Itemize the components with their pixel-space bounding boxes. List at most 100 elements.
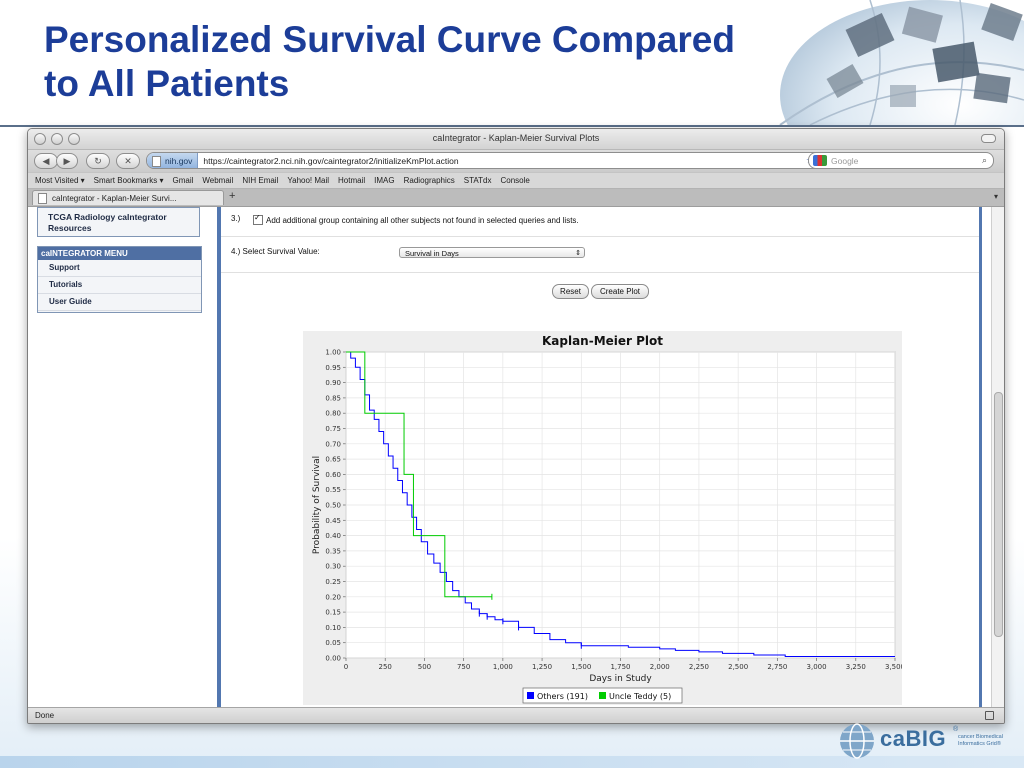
bookmark-nih-email[interactable]: NIH Email	[242, 176, 278, 185]
step3-text: Add additional group containing all othe…	[266, 216, 579, 225]
option-row-4: 4.) Select Survival Value: Survival in D…	[221, 237, 979, 273]
forward-arrow-icon: ▶	[63, 155, 71, 166]
new-tab-button[interactable]: +	[229, 190, 235, 202]
tab-kaplan-meier[interactable]: caIntegrator - Kaplan-Meier Survi...	[32, 190, 224, 205]
x-tick-label: 1,000	[493, 663, 513, 671]
step3-number: 3.)	[231, 214, 241, 223]
x-tick-label: 250	[379, 663, 392, 671]
x-tick-label: 2,500	[728, 663, 748, 671]
google-engine-icon[interactable]	[813, 155, 827, 166]
y-tick-label: 0.05	[325, 639, 341, 647]
bookmarks-toolbar: Most Visited ▾ Smart Bookmarks ▾ Gmail W…	[28, 172, 1004, 189]
site-badge-label: nih.gov	[165, 155, 193, 166]
y-tick-label: 0.75	[325, 425, 341, 433]
y-tick-label: 0.95	[325, 364, 341, 372]
search-input[interactable]: Google ⌕	[808, 152, 994, 169]
bookmark-most-visited[interactable]: Most Visited ▾	[35, 176, 85, 185]
y-tick-label: 0.70	[325, 440, 341, 448]
cabig-wordmark: caBIG	[880, 726, 947, 751]
cabig-logo: caBIG ® cancer Biomedical Informatics Gr…	[838, 722, 1018, 760]
reload-button[interactable]: ↻	[86, 153, 110, 169]
slide-title-line1: Personalized Survival Curve Compared	[44, 19, 735, 60]
chart-legend: Others (191) Uncle Teddy (5)	[522, 687, 683, 704]
legend-swatch-uncle-teddy	[599, 692, 606, 699]
resources-link[interactable]: TCGA Radiology caIntegrator Resources	[37, 207, 200, 237]
reload-icon: ↻	[94, 155, 102, 166]
menu-item-support[interactable]: Support	[38, 260, 201, 277]
close-icon: ✕	[124, 155, 132, 166]
bookmark-statdx[interactable]: STATdx	[464, 176, 492, 185]
status-bar: Done	[28, 707, 1004, 723]
survival-value-select[interactable]: Survival in Days ⇕	[399, 247, 585, 258]
x-tick-label: 2,000	[650, 663, 670, 671]
cabig-registered-mark: ®	[953, 726, 959, 733]
bookmark-radiographics[interactable]: Radiographics	[404, 176, 455, 185]
kaplan-meier-chart: Kaplan-Meier Plot 0.00 0.05 0.10 0.15 0.20 0.2…	[303, 331, 902, 705]
bookmark-gmail[interactable]: Gmail	[172, 176, 193, 185]
y-tick-label: 0.65	[325, 456, 341, 464]
tab-list-icon[interactable]: ▾	[994, 192, 998, 201]
slide-title: Personalized Survival Curve Compared to …	[44, 18, 804, 106]
cabig-subtitle: cancer Biomedical Informatics Grid®	[958, 734, 1003, 747]
y-tick-label: 0.60	[325, 471, 341, 479]
url-bar[interactable]: nih.gov https://caintegrator2.nci.nih.go…	[146, 152, 830, 169]
right-scroll-area	[979, 207, 1004, 707]
menu-item-user-guide[interactable]: User Guide	[38, 294, 201, 311]
tab-bar: caIntegrator - Kaplan-Meier Survi... + ▾	[28, 189, 1004, 207]
menu-title: caINTEGRATOR MENU	[38, 247, 201, 260]
toolbar-toggle-button[interactable]	[981, 134, 996, 143]
bookmark-smart-bookmarks[interactable]: Smart Bookmarks ▾	[94, 176, 164, 185]
y-tick-label: 0.85	[325, 394, 341, 402]
survival-value-text: Survival in Days	[405, 249, 459, 258]
site-identity-button[interactable]: nih.gov	[147, 153, 199, 168]
reset-button[interactable]: Reset	[552, 284, 589, 299]
add-group-checkbox[interactable]	[253, 213, 263, 225]
main-panel: 3.) Add additional group containing all …	[221, 207, 979, 707]
back-button[interactable]: ◀	[34, 153, 58, 169]
y-tick-label: 0.20	[325, 593, 341, 601]
y-tick-label: 0.10	[325, 624, 341, 632]
right-divider	[979, 207, 982, 707]
bookmark-console[interactable]: Console	[500, 176, 529, 185]
x-tick-label: 2,750	[767, 663, 787, 671]
search-icon[interactable]: ⌕	[982, 155, 987, 166]
y-tick-label: 0.00	[325, 655, 341, 663]
y-tick-label: 0.55	[325, 486, 341, 494]
chart-title: Kaplan-Meier Plot	[542, 334, 663, 348]
x-tick-label: 750	[457, 663, 470, 671]
bookmark-webmail[interactable]: Webmail	[202, 176, 233, 185]
forward-button[interactable]: ▶	[56, 153, 78, 169]
x-axis-label: Days in Study	[589, 674, 652, 684]
browser-window: caIntegrator - Kaplan-Meier Survival Plo…	[27, 128, 1005, 724]
bookmark-imag[interactable]: IMAG	[374, 176, 394, 185]
url-text[interactable]: https://caintegrator2.nci.nih.gov/cainte…	[198, 156, 458, 166]
y-tick-label: 0.25	[325, 578, 341, 586]
stop-button[interactable]: ✕	[116, 153, 140, 169]
tab-label: caIntegrator - Kaplan-Meier Survi...	[52, 193, 177, 203]
status-text: Done	[35, 711, 55, 720]
window-titlebar[interactable]: caIntegrator - Kaplan-Meier Survival Plo…	[28, 129, 1004, 150]
bookmark-yahoo-mail[interactable]: Yahoo! Mail	[287, 176, 329, 185]
create-plot-button[interactable]: Create Plot	[591, 284, 649, 299]
page-content: TCGA Radiology caIntegrator Resources ca…	[28, 207, 1004, 707]
lock-icon	[985, 711, 994, 720]
menu-item-tutorials[interactable]: Tutorials	[38, 277, 201, 294]
y-tick-label: 0.50	[325, 502, 341, 510]
x-tick-label: 1,750	[610, 663, 630, 671]
x-tick-label: 1,250	[532, 663, 552, 671]
search-placeholder: Google	[831, 155, 859, 166]
scrollbar-thumb[interactable]	[994, 392, 1003, 637]
bookmark-hotmail[interactable]: Hotmail	[338, 176, 365, 185]
vertical-scrollbar[interactable]	[991, 207, 1004, 707]
x-tick-label: 2,250	[689, 663, 709, 671]
y-tick-label: 0.80	[325, 410, 341, 418]
select-arrows-icon: ⇕	[575, 250, 581, 257]
window-title: caIntegrator - Kaplan-Meier Survival Plo…	[432, 133, 600, 143]
y-tick-label: 0.35	[325, 547, 341, 555]
page-icon	[38, 192, 47, 204]
left-sidebar: TCGA Radiology caIntegrator Resources ca…	[28, 207, 218, 707]
legend-label-others: Others (191)	[537, 692, 588, 701]
y-tick-label: 0.40	[325, 532, 341, 540]
y-tick-label: 0.15	[325, 609, 341, 617]
caintegrator-menu: caINTEGRATOR MENU Support Tutorials User…	[37, 246, 202, 313]
